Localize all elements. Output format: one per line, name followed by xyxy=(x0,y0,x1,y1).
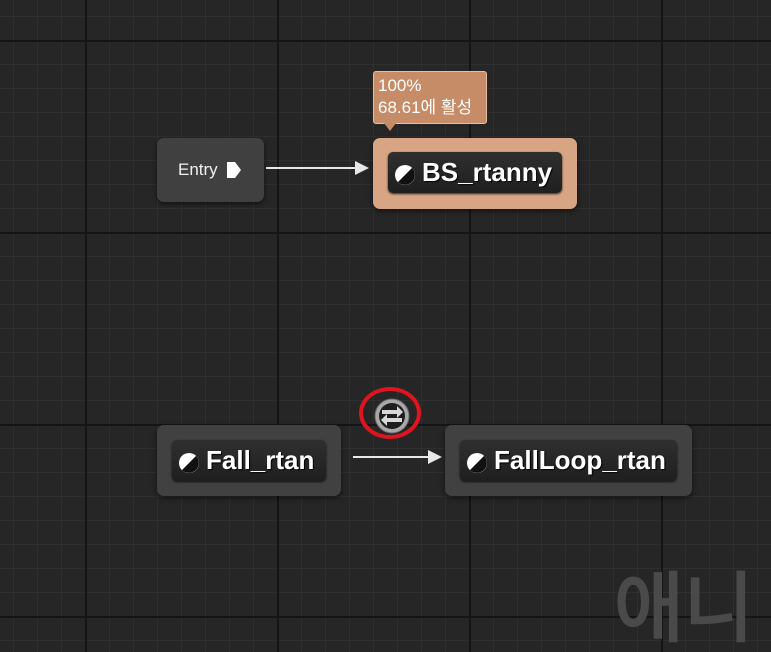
entry-arrow-icon xyxy=(226,161,242,179)
graph-watermark: 애니 xyxy=(614,567,754,652)
tooltip-pointer xyxy=(384,123,396,131)
state-node-bs-rtanny[interactable]: BS_rtanny xyxy=(373,138,577,209)
state-name: Fall_rtan xyxy=(206,445,315,475)
tooltip-weight: 100% xyxy=(378,76,422,95)
state-tooltip: 100% 68.61에 활성 xyxy=(373,71,487,124)
state-name: BS_rtanny xyxy=(422,157,553,187)
state-icon xyxy=(466,450,488,473)
tooltip-active-time: 68.61에 활성 xyxy=(378,98,473,117)
state-title-bar: BS_rtanny xyxy=(388,152,562,193)
state-title-bar: FallLoop_rtan xyxy=(460,440,677,481)
transition-highlight-ring xyxy=(359,387,421,439)
entry-label: Entry xyxy=(178,160,218,179)
entry-node[interactable]: Entry xyxy=(157,138,264,202)
state-title-bar: Fall_rtan xyxy=(172,440,326,481)
state-node-fall-rtan[interactable]: Fall_rtan xyxy=(157,425,341,496)
state-icon xyxy=(178,450,200,473)
state-icon xyxy=(394,162,416,185)
state-node-fallloop-rtan[interactable]: FallLoop_rtan xyxy=(445,425,692,496)
state-name: FallLoop_rtan xyxy=(494,445,666,475)
